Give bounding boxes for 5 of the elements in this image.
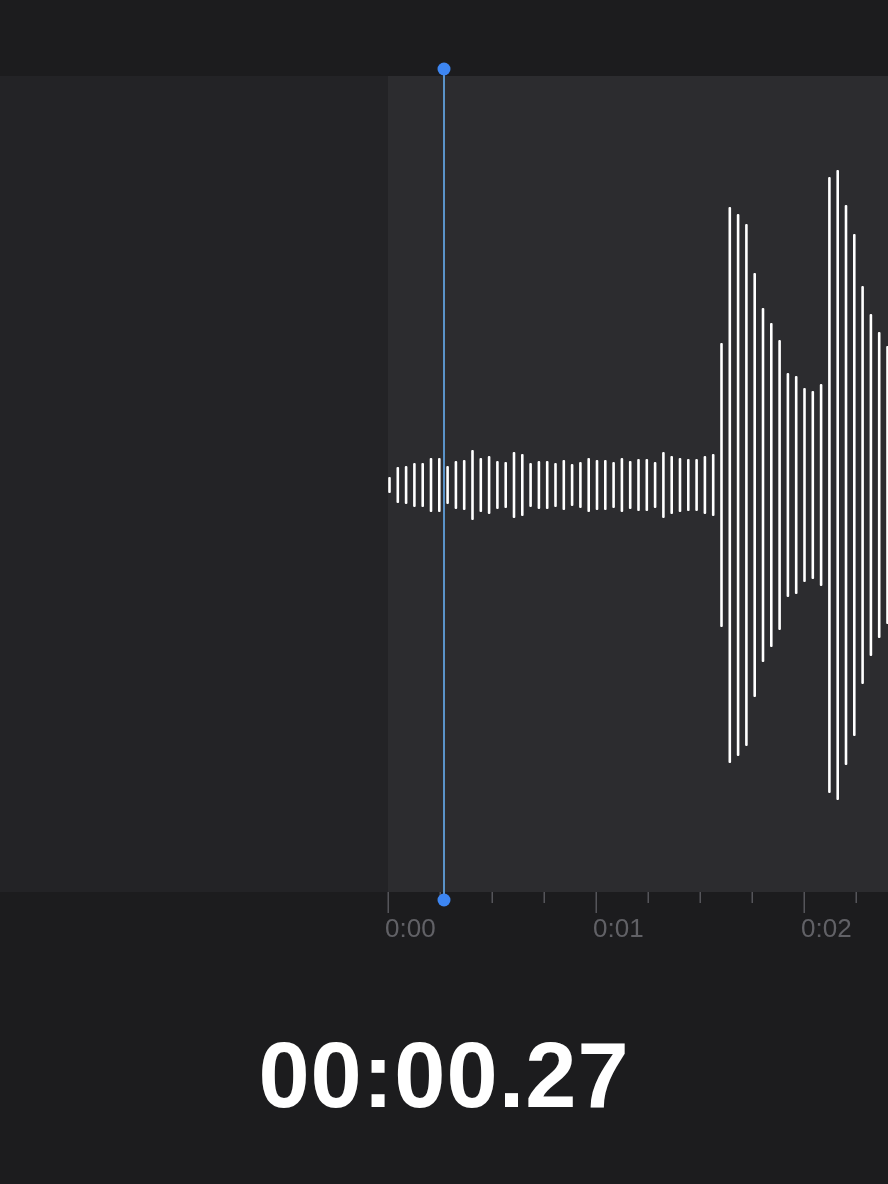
playhead-handle[interactable] (437, 62, 451, 907)
time-tick-label: 0:00 (385, 915, 437, 941)
time-tick-label: 0:02 (801, 915, 853, 941)
elapsed-time: 00:00.27 (258, 1029, 630, 1121)
time-tick-label: 0:01 (593, 915, 645, 941)
